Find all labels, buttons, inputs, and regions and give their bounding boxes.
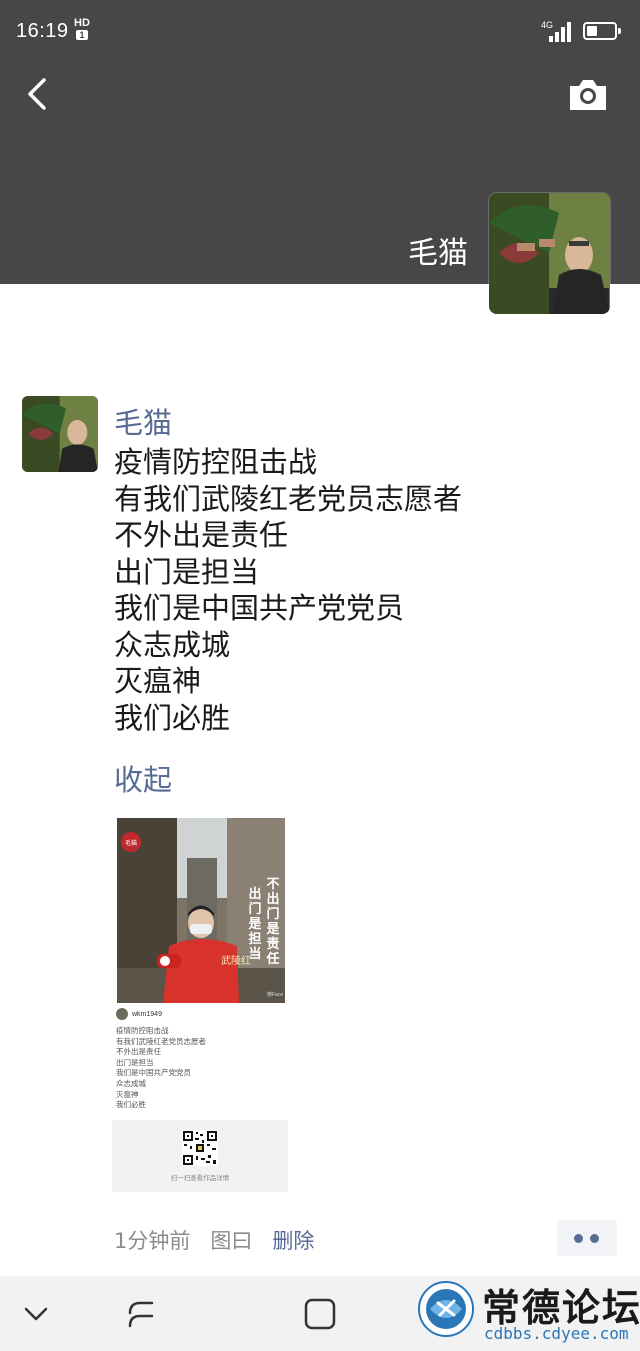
card-text-line: 出门是担当	[116, 1057, 154, 1067]
post-text-line: 我们是中国共产党党员	[114, 591, 405, 625]
profile-avatar[interactable]	[489, 193, 610, 314]
more-actions-button[interactable]	[557, 1220, 617, 1256]
card-username: wkm1949	[132, 1010, 162, 1018]
hd-sub: 1	[76, 30, 88, 40]
camera-icon	[570, 80, 606, 110]
nav-home-button[interactable]	[300, 1294, 340, 1334]
hd-label: HD	[74, 17, 90, 29]
battery-fill	[587, 26, 597, 36]
hd-badge: HD 1	[74, 18, 90, 40]
poster-photo: 毛猫 武陵红 不出门是责任 出门是担当 微Face	[117, 818, 285, 1003]
post-author-avatar[interactable]	[22, 396, 98, 472]
more-dots-icon	[590, 1234, 599, 1243]
card-user-row: wkm1949	[116, 1007, 162, 1021]
poster-calligraphy-char: 不	[266, 877, 279, 892]
poster-calligraphy-char: 出	[266, 891, 279, 907]
post-text-line: 出门是担当	[114, 554, 260, 589]
shared-image-card[interactable]: 毛猫 武陵红 不出门是责任 出门是担当 微Face wkm1949 疫情防控阻击…	[112, 818, 288, 1192]
card-user-avatar	[116, 1008, 128, 1020]
poster-calligraphy-char: 任	[265, 951, 279, 967]
status-time: 16:19	[16, 20, 69, 42]
poster-calligraphy-char: 当	[248, 946, 261, 962]
avatar-photo	[489, 193, 610, 314]
poster-calligraphy-col2: 出门是担当	[247, 886, 262, 962]
battery-icon	[583, 22, 621, 40]
nav-back-icon	[128, 1301, 154, 1328]
card-text-line: 众志成城	[116, 1078, 146, 1088]
card-text-line: 有我们武陵红老党员志愿者	[116, 1036, 206, 1046]
post-text-line: 疫情防控阻击战	[114, 445, 318, 479]
card-text-line: 我们是中国共产党党员	[116, 1068, 191, 1078]
delete-button[interactable]: 删除	[272, 1225, 314, 1255]
forum-url: cdbbs.cdyee.com	[484, 1324, 629, 1343]
nav-back-button[interactable]	[122, 1294, 162, 1334]
poster-badge: 毛猫	[125, 839, 137, 847]
card-text: 疫情防控阻击战 有我们武陵红老党员志愿者 不外出是责任 出门是担当 我们是中国共…	[116, 1026, 284, 1111]
chevron-down-icon	[24, 1307, 48, 1321]
chevron-left-icon	[28, 78, 46, 110]
poster-calligraphy-char: 是	[247, 917, 262, 932]
post-source[interactable]: 图曰	[210, 1225, 252, 1255]
poster-calligraphy-char: 责	[266, 936, 279, 952]
back-button[interactable]	[20, 74, 56, 114]
post-text-line: 不外出是责任	[114, 518, 289, 552]
more-dots-icon	[574, 1234, 583, 1243]
poster-calligraphy-char: 门	[248, 901, 261, 917]
poster-calligraphy-char: 是	[265, 922, 280, 937]
qr-code-icon	[182, 1130, 218, 1166]
avatar-photo	[22, 396, 98, 472]
qr-caption: 扫一扫查看作品详情	[170, 1174, 230, 1182]
card-text-line: 疫情防控阻击战	[116, 1026, 169, 1035]
camera-button[interactable]	[566, 74, 610, 114]
signal-bars-icon	[549, 22, 573, 42]
post-text-line: 灭瘟神	[114, 664, 202, 698]
nav-hide-button[interactable]	[16, 1294, 56, 1334]
card-text-line: 不外出是责任	[116, 1047, 161, 1057]
poster-watermark: 微Face	[267, 991, 283, 998]
nav-home-icon	[304, 1298, 336, 1330]
post-text-line: 有我们武陵红老党员志愿者	[114, 481, 463, 516]
post-text-line: 众志成城	[114, 627, 231, 662]
poster-calligraphy-char: 担	[248, 931, 261, 947]
poster-calligraphy-col1: 不出门是责任	[265, 877, 280, 967]
post-text: 疫情防控阻击战 有我们武陵红老党员志愿者 不外出是责任 出门是担当 我们是中国共…	[114, 444, 614, 736]
post-time: 1分钟前	[114, 1229, 191, 1253]
card-text-line: 灭瘟神	[116, 1089, 139, 1099]
card-footer: 扫一扫查看作品详情	[112, 1120, 288, 1192]
collapse-link[interactable]: 收起	[114, 757, 172, 799]
poster-vest-text: 武陵红	[221, 954, 251, 967]
post-meta-row: 1分钟前 图曰 删除	[114, 1225, 314, 1255]
poster-calligraphy-char: 门	[266, 906, 279, 922]
post-author-name[interactable]: 毛猫	[114, 400, 172, 442]
status-bar: 16:19 HD 1 4G	[0, 0, 640, 64]
forum-logo-icon	[418, 1281, 474, 1337]
card-text-line: 我们必胜	[116, 1100, 146, 1110]
poster-calligraphy-char: 出	[248, 886, 261, 902]
post-text-line: 我们必胜	[114, 700, 231, 735]
forum-watermark: 常德论坛 cdbbs.cdyee.com	[412, 1276, 640, 1351]
profile-name: 毛猫	[408, 236, 468, 271]
